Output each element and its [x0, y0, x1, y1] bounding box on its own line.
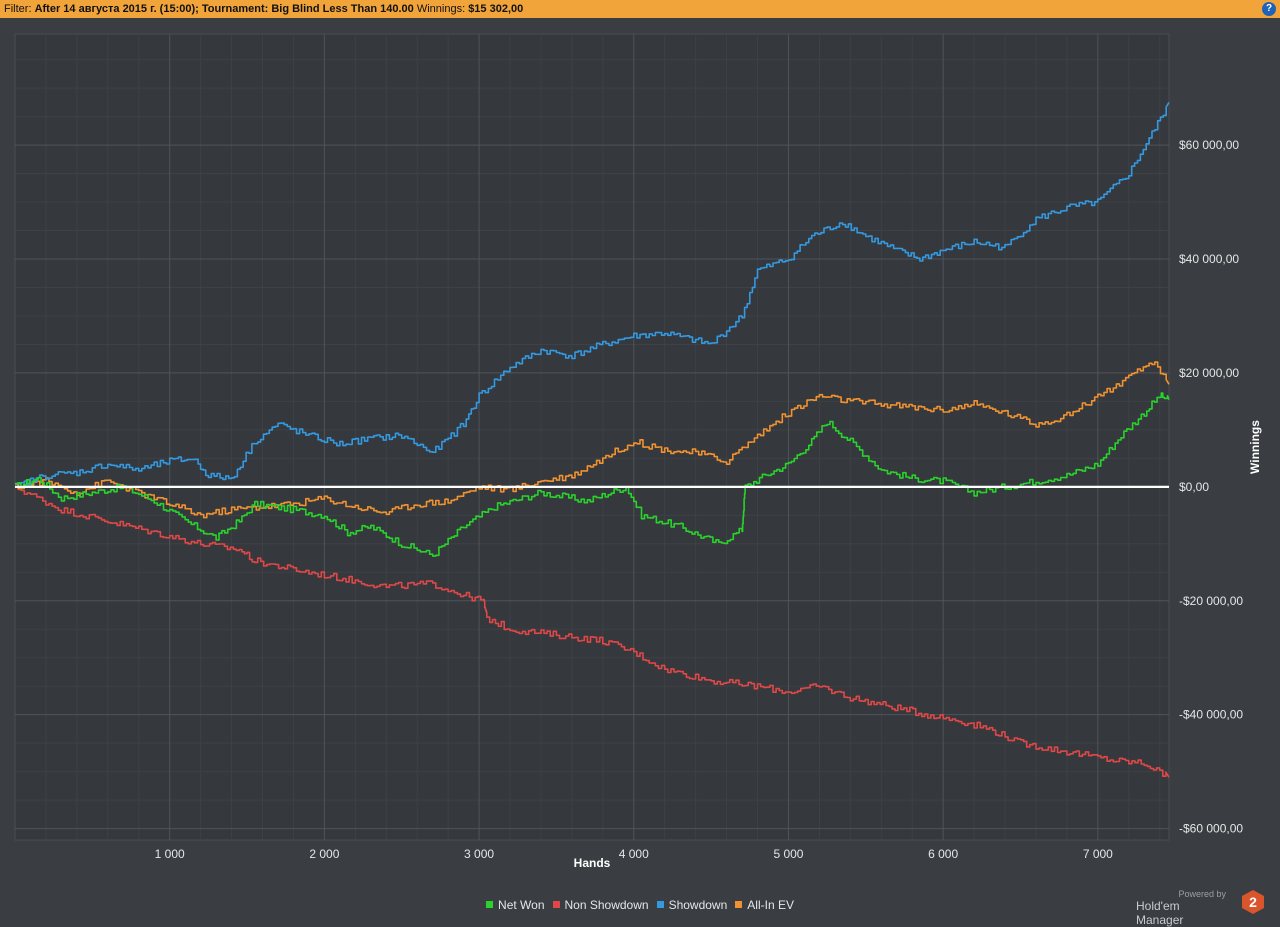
y-tick-label: -$40 000,00 [1179, 708, 1243, 722]
filter-bar: Filter: After 14 августа 2015 г. (15:00)… [0, 0, 1280, 18]
y-axis-label: Winnings [1248, 420, 1262, 474]
help-icon[interactable]: ? [1262, 2, 1276, 16]
legend-item-net-won[interactable]: Net Won [486, 898, 545, 912]
x-tick-label: 3 000 [464, 847, 494, 861]
branding: Powered by Hold'em Manager 2 [1136, 888, 1266, 927]
legend-label: All-In EV [747, 898, 794, 912]
hem-logo-icon: 2 [1242, 890, 1264, 914]
legend-item-non-showdown[interactable]: Non Showdown [552, 898, 649, 912]
winnings-value: $15 302,00 [468, 3, 524, 15]
legend-swatch [486, 901, 494, 909]
y-tick-label: $20 000,00 [1179, 366, 1239, 380]
y-tick-label: $60 000,00 [1179, 138, 1239, 152]
legend-label: Net Won [498, 898, 545, 912]
x-tick-label: 6 000 [928, 847, 958, 861]
powered-by-text: Powered by [1178, 889, 1226, 899]
product-name: Hold'em Manager [1136, 899, 1184, 927]
y-axis-ticks: $60 000,00 $40 000,00 $20 000,00 $0,00 -$20 … [1179, 138, 1243, 836]
x-tick-label: 1 000 [155, 847, 185, 861]
winnings-label: Winnings: [416, 3, 466, 15]
winnings-chart: 1 000 2 000 3 000 4 000 5 000 6 000 7 000 $60 … [14, 33, 1262, 870]
legend-label: Showdown [668, 898, 728, 912]
filter-description: After 14 августа 2015 г. (15:00); Tourna… [34, 3, 414, 15]
legend-label: Non Showdown [564, 898, 649, 912]
legend-swatch [656, 901, 664, 909]
legend-item-all-in-ev[interactable]: All-In EV [735, 898, 794, 912]
legend-item-showdown[interactable]: Showdown [656, 898, 728, 912]
x-tick-label: 4 000 [619, 847, 649, 861]
y-tick-label: -$60 000,00 [1179, 822, 1243, 836]
x-tick-label: 7 000 [1083, 847, 1113, 861]
x-axis-label: Hands [574, 856, 611, 870]
plot-area [14, 33, 1170, 841]
y-tick-label: $40 000,00 [1179, 252, 1239, 266]
logo-text: 2 [1249, 894, 1257, 910]
x-tick-label: 2 000 [309, 847, 339, 861]
legend: Net Won Non Showdown Showdown All-In EV [0, 898, 1280, 912]
x-axis-ticks: 1 000 2 000 3 000 4 000 5 000 6 000 7 000 [155, 847, 1114, 861]
x-tick-label: 5 000 [773, 847, 803, 861]
filter-label: Filter: [4, 3, 32, 15]
legend-swatch [735, 901, 743, 909]
y-tick-label: -$20 000,00 [1179, 594, 1243, 608]
legend-swatch [552, 901, 560, 909]
y-tick-label: $0,00 [1179, 480, 1209, 494]
